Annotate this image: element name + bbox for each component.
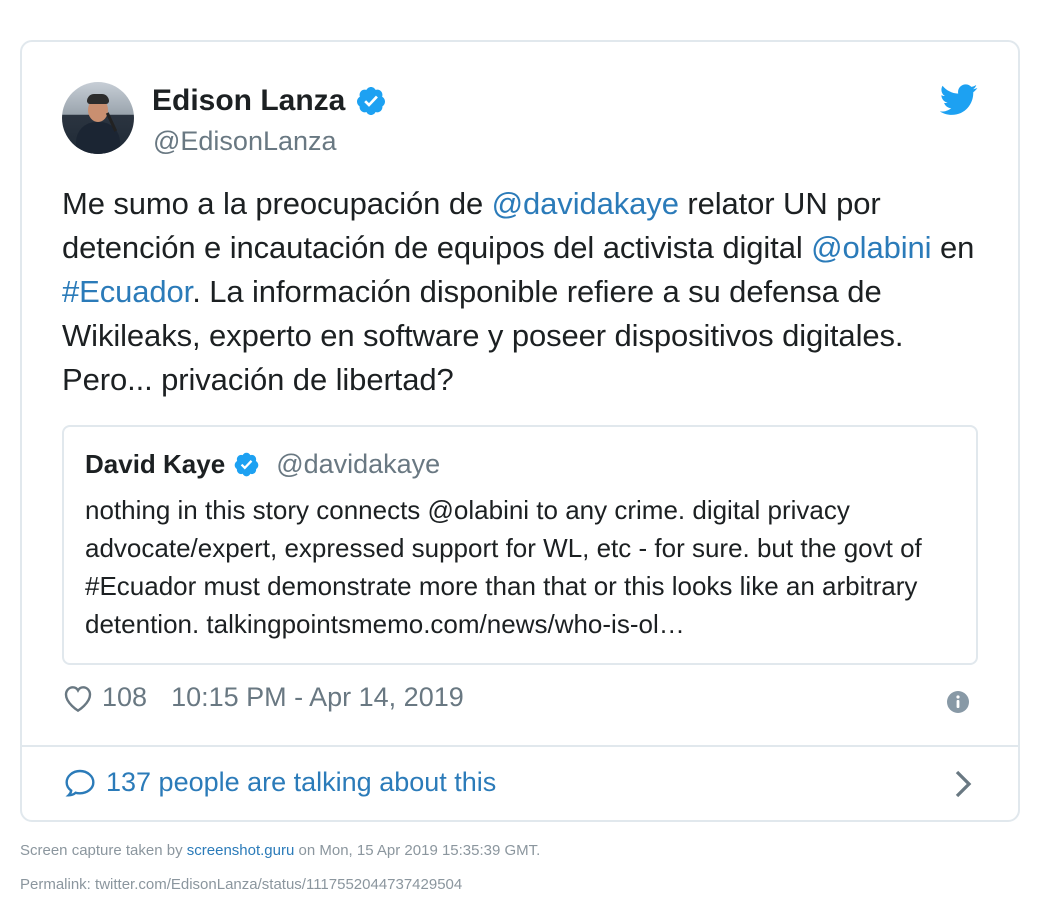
tweet-text-part: Me sumo a la preocupación de bbox=[62, 186, 492, 221]
avatar[interactable] bbox=[62, 82, 134, 154]
capture-suffix: on Mon, 15 Apr 2019 15:35:39 GMT. bbox=[294, 842, 541, 859]
quoted-author-row[interactable]: David Kaye @davidakaye bbox=[85, 449, 440, 480]
chevron-right-icon[interactable] bbox=[954, 769, 972, 799]
quoted-handle[interactable]: @davidakaye bbox=[276, 449, 440, 480]
mention-olabini-link[interactable]: @olabini bbox=[811, 230, 931, 265]
heart-icon[interactable] bbox=[62, 683, 94, 713]
tweet-card: Edison Lanza @EdisonLanza Me sumo a la p… bbox=[20, 40, 1020, 822]
permalink: Permalink: twitter.com/EdisonLanza/statu… bbox=[20, 876, 463, 893]
quoted-tweet[interactable]: David Kaye @davidakaye nothing in this s… bbox=[62, 425, 978, 665]
conversation-link[interactable]: 137 people are talking about this bbox=[64, 767, 496, 798]
hashtag-ecuador-link[interactable]: #Ecuador bbox=[62, 274, 192, 309]
speech-bubble-icon bbox=[65, 769, 95, 796]
tweet-text-part: en bbox=[931, 230, 975, 265]
verified-badge-icon bbox=[234, 452, 259, 477]
quoted-display-name[interactable]: David Kaye bbox=[85, 449, 225, 480]
info-icon[interactable] bbox=[946, 690, 970, 714]
capture-prefix: Screen capture taken by bbox=[20, 842, 187, 859]
mention-davidakaye-link[interactable]: @davidakaye bbox=[492, 186, 679, 221]
card-divider bbox=[22, 745, 1018, 747]
twitter-bird-icon[interactable] bbox=[940, 84, 978, 116]
tweet-meta-row: 108 10:15 PM - Apr 14, 2019 bbox=[62, 682, 464, 713]
screenshot-guru-link[interactable]: screenshot.guru bbox=[187, 842, 295, 859]
quoted-text: nothing in this story connects @olabini … bbox=[85, 495, 922, 639]
author-name-row[interactable]: Edison Lanza bbox=[152, 84, 387, 118]
capture-note: Screen capture taken by screenshot.guru … bbox=[20, 842, 540, 859]
tweet-text: Me sumo a la preocupación de @davidakaye… bbox=[62, 182, 982, 402]
conversation-label[interactable]: 137 people are talking about this bbox=[106, 767, 496, 798]
like-count[interactable]: 108 bbox=[102, 682, 147, 713]
author-display-name[interactable]: Edison Lanza bbox=[152, 84, 345, 118]
tweet-timestamp[interactable]: 10:15 PM - Apr 14, 2019 bbox=[171, 682, 464, 713]
verified-badge-icon bbox=[357, 87, 386, 115]
author-handle[interactable]: @EdisonLanza bbox=[153, 126, 337, 157]
